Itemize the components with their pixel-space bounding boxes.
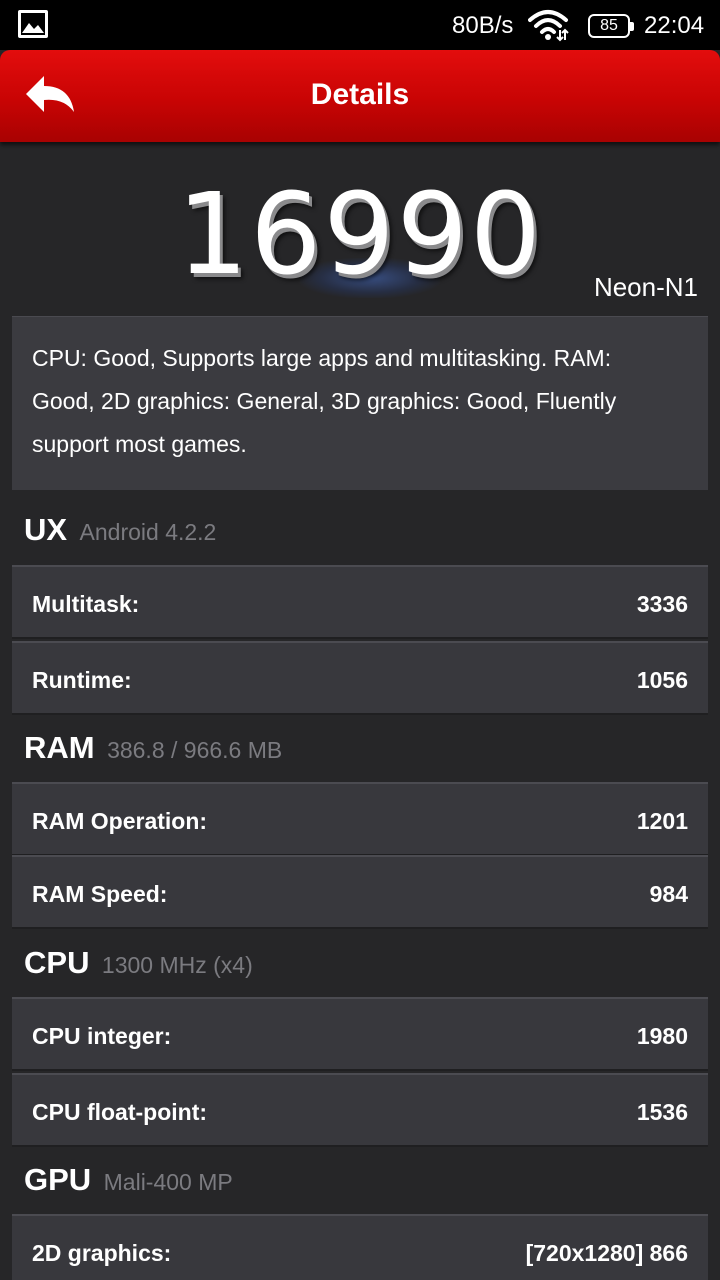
network-speed: 80B/s [452,12,514,39]
row-value: 1980 [636,1023,688,1049]
section-title: GPU [24,1162,92,1197]
clock: 22:04 [644,12,705,39]
section-subtitle: 1300 MHz (x4) [101,952,253,978]
row-label: CPU float-point: [32,1099,208,1125]
section-subtitle: 386.8 / 966.6 MB [107,737,283,763]
row-label: Runtime: [32,667,132,693]
device-name: Neon-N1 [593,272,698,302]
score-row-ram-speed[interactable]: RAM Speed: 984 [12,855,708,927]
battery-level: 85 [600,17,618,34]
section-title: UX [24,512,68,547]
row-value: 984 [649,881,688,907]
section-cpu-header: CPU 1300 MHz (x4) [24,945,253,985]
row-label: Multitask: [32,591,140,617]
row-value: 1056 [636,667,688,693]
score-row-2d-graphics[interactable]: 2D graphics: [720x1280] 866 [12,1214,708,1280]
gallery-icon [18,10,48,38]
score-row-multitask[interactable]: Multitask: 3336 [12,565,708,637]
section-subtitle: Mali-400 MP [103,1169,233,1195]
section-subtitle: Android 4.2.2 [79,519,217,545]
section-ux-header: UX Android 4.2.2 [24,512,216,552]
row-label: 2D graphics: [32,1240,172,1266]
summary-text: CPU: Good, Supports large apps and multi… [32,345,617,457]
section-gpu-header: GPU Mali-400 MP [24,1162,233,1202]
row-label: RAM Operation: [32,808,208,834]
row-value: 1201 [636,808,688,834]
wifi-icon [528,8,570,47]
row-value: 1536 [636,1099,688,1125]
score-row-runtime[interactable]: Runtime: 1056 [12,641,708,713]
score-row-cpu-integer[interactable]: CPU integer: 1980 [12,997,708,1069]
row-value: 3336 [636,591,688,617]
section-ram-header: RAM 386.8 / 966.6 MB [24,730,282,770]
score-row-cpu-float-point[interactable]: CPU float-point: 1536 [12,1073,708,1145]
summary-panel: CPU: Good, Supports large apps and multi… [12,316,708,490]
page-title: Details [310,78,410,111]
row-label: RAM Speed: [32,881,168,907]
title-bar: Details [0,50,720,142]
score-row-ram-operation[interactable]: RAM Operation: 1201 [12,782,708,854]
battery-icon: 85 [588,14,634,38]
row-label: CPU integer: [32,1023,172,1049]
status-bar: 80B/s 85 22:04 [0,0,720,50]
section-title: CPU [24,945,90,980]
row-value: [720x1280] 866 [525,1240,688,1266]
section-title: RAM [24,730,95,765]
